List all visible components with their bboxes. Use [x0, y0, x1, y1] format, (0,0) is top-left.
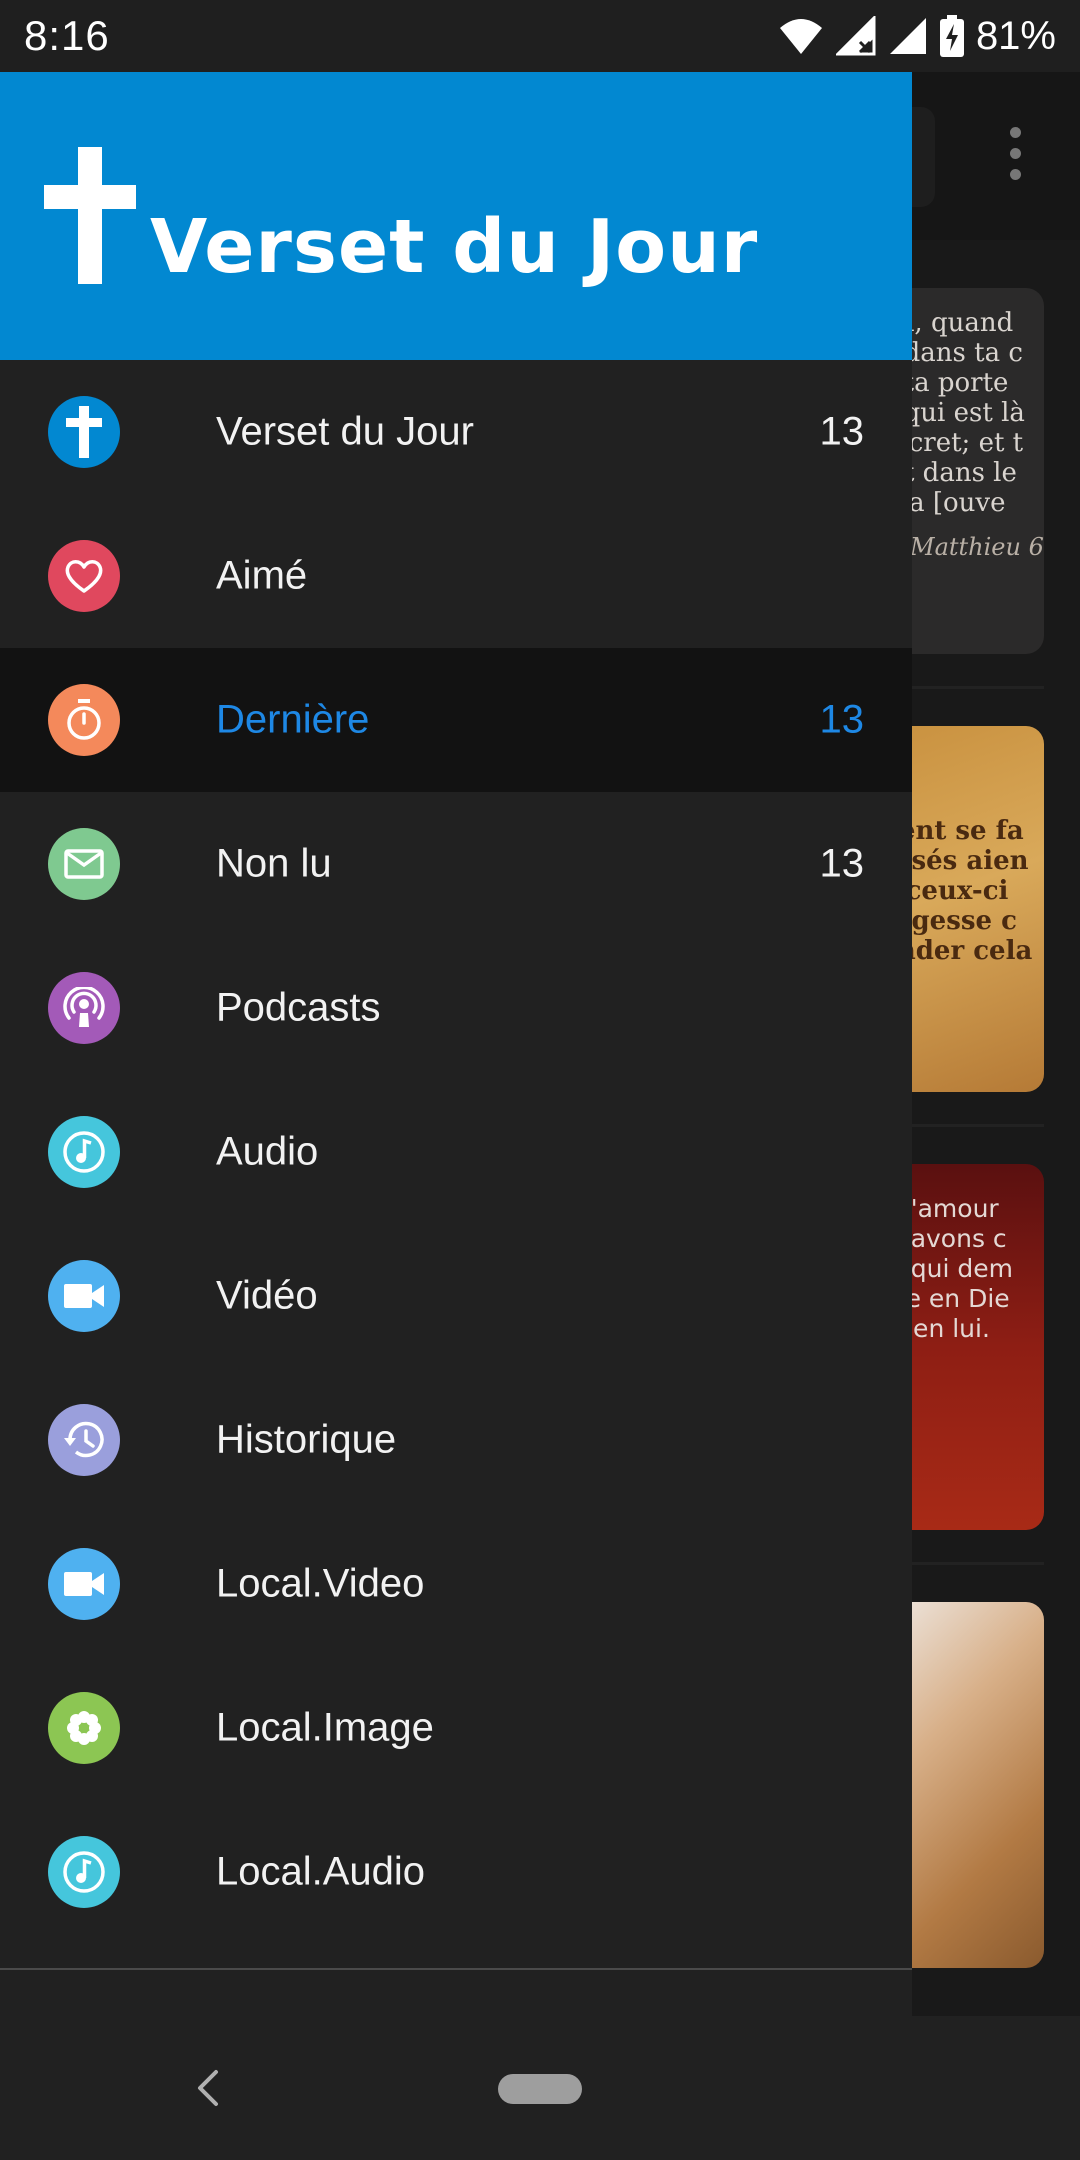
video-icon — [48, 1260, 120, 1332]
drawer-item-label: Podcasts — [216, 985, 381, 1030]
drawer-item-count: 13 — [819, 409, 865, 454]
drawer-item-label: Historique — [216, 1417, 397, 1462]
drawer-item-label: Vidéo — [216, 1273, 318, 1318]
drawer-item-audio[interactable]: Audio — [0, 1080, 912, 1224]
drawer-item-derniere[interactable]: Dernière 13 — [0, 648, 912, 792]
drawer-item-local-image[interactable]: Local.Image — [0, 1656, 912, 1800]
music-icon — [48, 1116, 120, 1188]
drawer-item-label: Aimé — [216, 553, 308, 598]
podcast-icon — [48, 972, 120, 1044]
status-icons: 81% — [778, 12, 1056, 60]
drawer-item-video[interactable]: Vidéo — [0, 1224, 912, 1368]
drawer-item-label: Verset du Jour — [216, 409, 474, 454]
more-options-icon[interactable] — [1000, 127, 1030, 187]
cell-signal-off-icon — [835, 16, 876, 56]
drawer-item-historique[interactable]: Historique — [0, 1368, 912, 1512]
drawer-item-label: Local.Audio — [216, 1849, 426, 1894]
drawer-item-label: Audio — [216, 1129, 319, 1174]
navigation-drawer: Verset du Jour Verset du Jour 13 Aimé De… — [0, 72, 912, 2016]
drawer-menu: Verset du Jour 13 Aimé Dernière 13 Non l… — [0, 360, 912, 1944]
verse-card-caption: Matthieu 6 — [910, 533, 1044, 561]
drawer-item-non-lu[interactable]: Non lu 13 — [0, 792, 912, 936]
heart-icon — [48, 540, 120, 612]
battery-percent: 81% — [975, 13, 1056, 58]
history-icon — [48, 1404, 120, 1476]
video-icon — [48, 1548, 120, 1620]
timer-icon — [48, 684, 120, 756]
system-nav-bar — [0, 2016, 1080, 2160]
status-time: 8:16 — [24, 12, 110, 59]
battery-charging-icon — [939, 15, 964, 57]
drawer-item-verset-du-jour[interactable]: Verset du Jour 13 — [0, 360, 912, 504]
back-icon[interactable] — [188, 2064, 228, 2112]
drawer-header-title: Verset du Jour — [150, 204, 759, 290]
drawer-item-label: Non lu — [216, 841, 332, 886]
wifi-icon — [779, 19, 822, 54]
flower-icon — [48, 1692, 120, 1764]
drawer-item-label: Local.Video — [216, 1561, 425, 1606]
cell-signal-icon — [889, 18, 926, 54]
cross-logo-icon — [44, 147, 136, 284]
drawer-item-label: Dernière — [216, 697, 370, 742]
drawer-item-count: 13 — [819, 697, 865, 742]
drawer-item-local-audio[interactable]: Local.Audio — [0, 1800, 912, 1944]
status-bar: 8:16 81% — [0, 0, 1080, 72]
drawer-item-count: 13 — [819, 841, 865, 886]
music-icon — [48, 1836, 120, 1908]
drawer-item-label: Local.Image — [216, 1705, 434, 1750]
cross-icon — [48, 396, 120, 468]
drawer-header: Verset du Jour — [0, 72, 912, 360]
home-pill-button[interactable] — [498, 2074, 582, 2104]
drawer-item-podcasts[interactable]: Podcasts — [0, 936, 912, 1080]
mail-icon — [48, 828, 120, 900]
drawer-item-aime[interactable]: Aimé — [0, 504, 912, 648]
drawer-divider — [0, 1968, 912, 1970]
drawer-item-local-video[interactable]: Local.Video — [0, 1512, 912, 1656]
